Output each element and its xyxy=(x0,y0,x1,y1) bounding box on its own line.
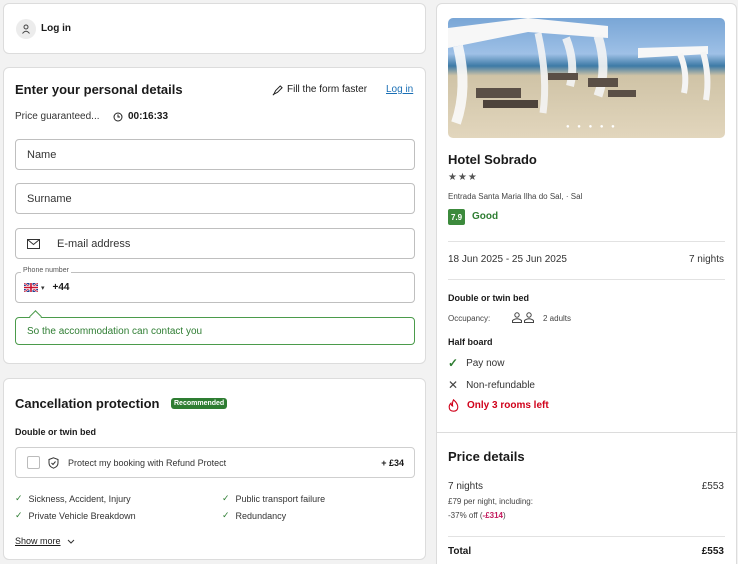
divider xyxy=(448,279,725,280)
hotel-photo[interactable]: ● ● ● ● ● xyxy=(448,18,725,138)
price-per-night: £79 per night, including: xyxy=(448,497,533,506)
surname-field[interactable]: Surname xyxy=(15,183,415,214)
chevron-down-icon[interactable]: ▾ xyxy=(41,284,45,292)
contact-note: So the accommodation can contact you xyxy=(27,325,203,337)
flame-icon xyxy=(448,399,459,412)
feature-item: ✓ Public transport failure xyxy=(222,493,325,504)
occupancy-label: Occupancy: xyxy=(448,314,491,323)
beach-scene-icon xyxy=(448,18,711,125)
rooms-left-row: Only 3 rooms left xyxy=(448,399,549,412)
clock-icon xyxy=(113,112,123,122)
personal-details-card: Enter your personal details Fill the for… xyxy=(3,67,426,364)
show-more-label: Show more xyxy=(15,536,61,546)
fill-faster-label: Fill the form faster xyxy=(287,84,368,95)
price-amount: £553 xyxy=(701,481,724,492)
rocket-icon xyxy=(272,85,283,96)
star-rating: ★★★ xyxy=(448,172,478,183)
envelope-icon xyxy=(27,238,40,249)
cancellation-room: Double or twin bed xyxy=(15,427,96,437)
feature-item: ✓ Private Vehicle Breakdown xyxy=(15,510,136,521)
feature-label: Private Vehicle Breakdown xyxy=(28,510,136,521)
check-icon: ✓ xyxy=(222,493,230,503)
cancellation-title: Cancellation protection xyxy=(15,396,160,411)
refund-protect-price: + £34 xyxy=(381,458,404,468)
discount-line: -37% off (-£314) xyxy=(448,511,506,520)
name-placeholder: Name xyxy=(27,148,57,161)
feature-label: Redundancy xyxy=(235,510,287,521)
feature-item: ✓ Redundancy xyxy=(222,510,286,521)
stay-nights: 7 nights xyxy=(688,254,724,265)
hotel-summary-card: ● ● ● ● ● Hotel Sobrado ★★★ Entrada Sant… xyxy=(436,3,737,433)
phone-field[interactable]: ▾ +44 xyxy=(15,272,415,303)
price-details-card: Price details 7 nights £553 £79 per nigh… xyxy=(436,432,737,564)
discount-suffix: ) xyxy=(503,511,506,520)
refund-protect-option[interactable]: Protect my booking with Refund Protect +… xyxy=(15,447,415,478)
close-icon: ✕ xyxy=(448,378,459,392)
total-amount: £553 xyxy=(701,546,724,557)
price-nights: 7 nights xyxy=(448,481,484,492)
rooms-left-label: Only 3 rooms left xyxy=(467,400,549,411)
hotel-name: Hotel Sobrado xyxy=(448,152,537,167)
non-refundable-row: ✕ Non-refundable xyxy=(448,378,535,392)
stay-dates: 18 Jun 2025 - 25 Jun 2025 xyxy=(448,254,567,265)
room-type: Double or twin bed xyxy=(448,293,529,303)
chevron-down-icon xyxy=(67,539,75,544)
login-label[interactable]: Log in xyxy=(41,23,71,34)
timer: 00:16:33 xyxy=(128,111,169,122)
email-placeholder: E-mail address xyxy=(57,237,131,250)
review-score-badge: 7.9 xyxy=(448,209,465,225)
shield-icon xyxy=(48,457,59,469)
total-label: Total xyxy=(448,546,472,557)
personal-details-title: Enter your personal details xyxy=(15,82,183,97)
pay-now-label: Pay now xyxy=(466,357,505,369)
divider xyxy=(448,241,725,242)
show-more-link[interactable]: Show more xyxy=(15,536,75,546)
review-score-label: Good xyxy=(472,211,499,222)
carousel-dots[interactable]: ● ● ● ● ● xyxy=(566,124,618,130)
user-icon xyxy=(16,19,36,39)
feature-item: ✓ Sickness, Accident, Injury xyxy=(15,493,131,504)
price-guaranteed-label: Price guaranteed... xyxy=(15,111,100,122)
login-card[interactable]: Log in xyxy=(3,3,426,54)
non-refundable-label: Non-refundable xyxy=(466,379,535,391)
cancellation-card: Cancellation protection Recommended Doub… xyxy=(3,378,426,560)
login-link[interactable]: Log in xyxy=(386,84,413,95)
email-field[interactable]: E-mail address xyxy=(15,228,415,259)
refund-protect-label: Protect my booking with Refund Protect xyxy=(68,458,227,468)
refund-protect-checkbox[interactable] xyxy=(27,456,40,469)
price-details-title: Price details xyxy=(448,449,525,464)
phone-label: Phone number xyxy=(21,267,71,274)
hotel-address: Entrada Santa Maria Ilha do Sal, · Sal xyxy=(448,192,583,201)
check-icon: ✓ xyxy=(15,493,23,503)
discount-value: -£314 xyxy=(482,511,504,520)
board-type: Half board xyxy=(448,337,493,347)
pay-now-row: ✓ Pay now xyxy=(448,356,504,370)
surname-placeholder: Surname xyxy=(27,192,72,205)
people-icon xyxy=(511,312,535,323)
name-field[interactable]: Name xyxy=(15,139,415,170)
feature-label: Sickness, Accident, Injury xyxy=(28,493,131,504)
check-icon: ✓ xyxy=(448,356,459,370)
occupancy-value: 2 adults xyxy=(543,314,572,323)
feature-label: Public transport failure xyxy=(235,493,326,504)
check-icon: ✓ xyxy=(222,510,230,520)
contact-note-box: So the accommodation can contact you xyxy=(15,317,415,345)
discount-prefix: -37% off ( xyxy=(448,511,483,520)
divider xyxy=(448,536,725,537)
recommended-badge: Recommended xyxy=(171,398,228,409)
check-icon: ✓ xyxy=(15,510,23,520)
uk-flag-icon[interactable] xyxy=(24,283,38,292)
phone-prefix: +44 xyxy=(52,282,70,293)
